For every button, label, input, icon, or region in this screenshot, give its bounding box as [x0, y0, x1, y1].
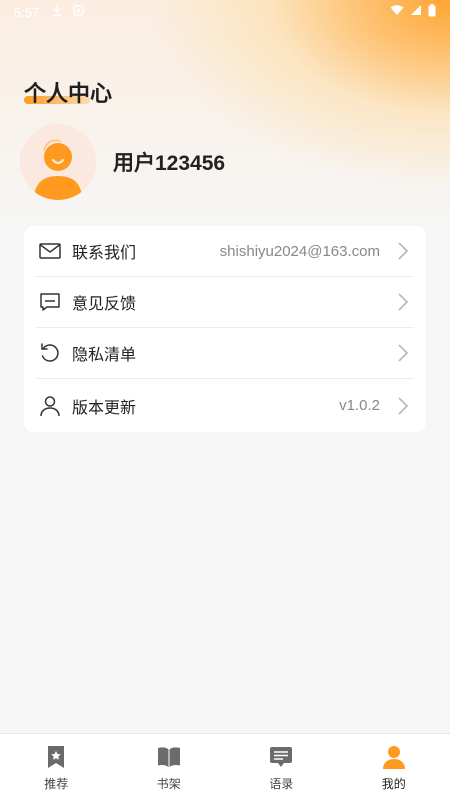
tab-label: 推荐 [44, 777, 69, 791]
version-number: v1.0.2 [339, 397, 380, 414]
contact-email: shishiyu2024@163.com [219, 242, 380, 260]
tab-label: 语录 [269, 777, 294, 791]
chevron-right-icon [392, 240, 414, 262]
feedback-icon [37, 289, 63, 315]
bookmark-star-icon [43, 744, 69, 770]
user-avatar-icon [20, 124, 96, 200]
book-icon [156, 744, 182, 770]
profile-icon [381, 744, 407, 770]
menu-item-label: 版本更新 [72, 399, 137, 417]
menu-item-privacy-list[interactable]: 隐私清单 [36, 328, 414, 379]
tab-label: 书架 [156, 777, 181, 791]
chevron-right-icon [392, 395, 414, 417]
menu-item-label: 意见反馈 [72, 296, 137, 313]
tab-quotes[interactable]: 语录 [225, 734, 338, 800]
status-bar: 5:57 [0, 0, 450, 24]
page-title: 个人中心 [24, 81, 113, 106]
battery-icon [428, 3, 436, 21]
username: 用户123456 [113, 152, 226, 175]
download-icon [51, 4, 63, 20]
menu-card: 联系我们 shishiyu2024@163.com 意见反馈 隐私清单 版本更新… [24, 226, 426, 432]
signal-icon [410, 4, 422, 20]
chevron-right-icon [392, 291, 414, 313]
status-time: 5:57 [14, 4, 40, 20]
menu-item-version-update[interactable]: 版本更新 v1.0.2 [36, 380, 414, 431]
tab-bookshelf[interactable]: 书架 [113, 734, 226, 800]
mail-icon [37, 238, 63, 264]
wifi-icon [390, 4, 404, 20]
bottom-tab-bar: 推荐 书架 语录 我的 [0, 733, 450, 800]
menu-item-feedback[interactable]: 意见反馈 [36, 277, 414, 328]
tab-recommend[interactable]: 推荐 [0, 734, 113, 800]
quote-icon [268, 744, 294, 770]
tab-mine[interactable]: 我的 [338, 734, 450, 800]
notification-icon [73, 4, 85, 20]
menu-item-label: 隐私清单 [72, 347, 137, 364]
menu-item-contact-us[interactable]: 联系我们 shishiyu2024@163.com [36, 226, 414, 277]
refresh-icon [37, 340, 63, 366]
tab-label: 我的 [381, 777, 406, 791]
person-icon [37, 393, 63, 419]
avatar[interactable] [20, 124, 96, 200]
menu-item-label: 联系我们 [72, 245, 137, 262]
chevron-right-icon [392, 342, 414, 364]
